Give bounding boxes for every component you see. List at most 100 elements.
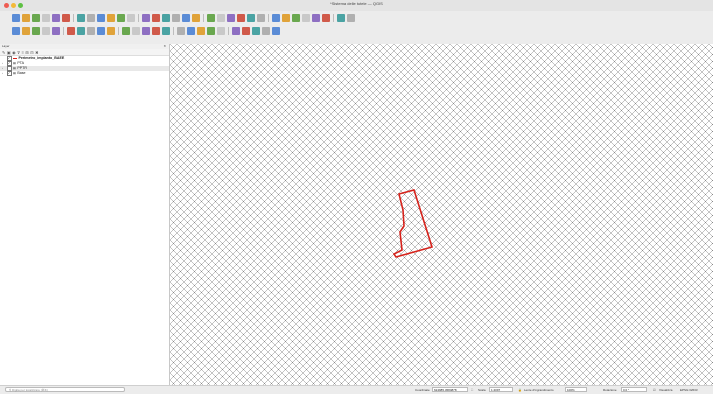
editing-toolbar bbox=[0, 24, 713, 38]
zoom-to-layer-icon[interactable] bbox=[142, 13, 150, 22]
rotation-field[interactable]: 0,0 ° bbox=[621, 387, 647, 392]
statistics-icon[interactable] bbox=[292, 13, 300, 22]
zoom-last-icon[interactable] bbox=[162, 13, 170, 22]
collapse-all-icon[interactable]: ⊟ bbox=[30, 50, 33, 55]
digitize-icon[interactable] bbox=[87, 27, 95, 35]
plugin-2-icon[interactable] bbox=[272, 27, 280, 35]
open-styling-icon[interactable]: ✎ bbox=[2, 50, 5, 55]
plugin-1-icon[interactable] bbox=[262, 27, 270, 35]
measure-icon[interactable] bbox=[312, 13, 320, 22]
add-polygon-icon[interactable] bbox=[97, 27, 105, 35]
remove-layer-icon[interactable]: ✖ bbox=[35, 50, 38, 55]
label-tool-icon[interactable] bbox=[187, 27, 195, 35]
copy-icon[interactable] bbox=[142, 27, 150, 35]
save-as-icon[interactable] bbox=[42, 13, 50, 22]
map-canvas-svg[interactable] bbox=[170, 44, 713, 385]
toolbar-separator bbox=[73, 13, 74, 22]
paste-icon[interactable] bbox=[152, 27, 160, 35]
hatched-area-layer bbox=[170, 44, 713, 385]
redo-icon[interactable] bbox=[177, 27, 185, 35]
cut-icon[interactable] bbox=[132, 27, 140, 35]
toolbar-separator bbox=[63, 27, 64, 35]
expand-all-icon[interactable]: ⊞ bbox=[25, 50, 28, 55]
filter-icon[interactable]: ⊽ bbox=[17, 50, 20, 55]
window-title: *Sistema delle tutele — QGIS bbox=[330, 1, 383, 6]
new-spatialite-icon[interactable] bbox=[42, 27, 50, 35]
locator-search-input[interactable]: ⚲ Digita per localizzare (⌘K) bbox=[5, 387, 125, 392]
zoom-in-icon[interactable] bbox=[97, 13, 105, 22]
zoom-native-icon[interactable] bbox=[152, 13, 160, 22]
zoom-next-icon[interactable] bbox=[172, 13, 180, 22]
layer-name: Perimetro_impianto_BAEE bbox=[18, 56, 65, 60]
magnifier-field[interactable]: 100% bbox=[565, 387, 587, 392]
layers-panel-title: Layer bbox=[2, 44, 10, 48]
temporal-controller-icon[interactable] bbox=[237, 13, 245, 22]
show-bookmarks-icon[interactable] bbox=[227, 13, 235, 22]
new-bookmark-icon[interactable] bbox=[217, 13, 225, 22]
deselect-icon[interactable] bbox=[272, 13, 280, 22]
layer-group-icon: ▤ bbox=[13, 71, 16, 75]
new-3d-map-view-icon[interactable] bbox=[207, 13, 215, 22]
zoom-out-icon[interactable] bbox=[107, 13, 115, 22]
save-project-icon[interactable] bbox=[32, 13, 40, 22]
add-group-icon[interactable]: ▣ bbox=[7, 50, 11, 55]
refresh-icon[interactable] bbox=[182, 13, 190, 22]
zoom-full-icon[interactable] bbox=[117, 13, 125, 22]
zoom-to-selection-icon[interactable] bbox=[127, 13, 135, 22]
manage-visibility-icon[interactable]: ◉ bbox=[12, 50, 16, 55]
change-label-icon[interactable] bbox=[252, 27, 260, 35]
coordinate-field[interactable]: 624985,4584878 bbox=[432, 387, 468, 392]
layer-visibility-checkbox[interactable]: ✓ bbox=[6, 71, 12, 76]
toolbar-separator bbox=[203, 13, 204, 22]
open-field-calculator-icon[interactable] bbox=[302, 13, 310, 22]
layout-manager-icon[interactable] bbox=[62, 13, 70, 22]
show-hide-labels-icon[interactable] bbox=[217, 27, 225, 35]
new-geopackage-icon[interactable] bbox=[22, 27, 30, 35]
map-canvas[interactable] bbox=[170, 44, 713, 385]
layer-group-name: Base bbox=[17, 71, 26, 75]
diagram-icon[interactable] bbox=[197, 27, 205, 35]
coordinate-label: Coordinate bbox=[415, 387, 430, 392]
attribute-table-icon[interactable] bbox=[282, 13, 290, 22]
pan-icon[interactable] bbox=[77, 13, 85, 22]
move-label-icon[interactable] bbox=[232, 27, 240, 35]
toolbar-separator bbox=[138, 13, 139, 22]
toolbar-separator bbox=[228, 27, 229, 35]
line-symbol-icon bbox=[13, 58, 17, 59]
lock-scale-icon[interactable]: 🔒 bbox=[518, 388, 522, 393]
pin-labels-icon[interactable] bbox=[207, 27, 215, 35]
print-layout-icon[interactable] bbox=[52, 13, 60, 22]
scale-field[interactable]: 1:4097 bbox=[489, 387, 513, 392]
editing-toolbar-icons bbox=[0, 24, 280, 38]
data-source-manager-icon[interactable] bbox=[12, 27, 20, 35]
layer-group-item[interactable]: › ✓ ▤ Base bbox=[0, 71, 169, 76]
pan-to-selection-icon[interactable] bbox=[87, 13, 95, 22]
new-project-icon[interactable] bbox=[12, 13, 20, 22]
rotation-label: Rotazione bbox=[603, 387, 617, 392]
python-console-icon[interactable] bbox=[337, 13, 345, 22]
new-virtual-layer-icon[interactable] bbox=[52, 27, 60, 35]
new-shapefile-icon[interactable] bbox=[32, 27, 40, 35]
vertex-tool-icon[interactable] bbox=[107, 27, 115, 35]
open-project-icon[interactable] bbox=[22, 13, 30, 22]
identify-icon[interactable] bbox=[247, 13, 255, 22]
crs-button[interactable]: EPSG:32633 bbox=[680, 388, 698, 393]
magnifier-label: Lente d'ingrandimento bbox=[524, 387, 554, 392]
save-edits-icon[interactable] bbox=[77, 27, 85, 35]
help-icon[interactable] bbox=[347, 13, 355, 22]
rotate-label-icon[interactable] bbox=[242, 27, 250, 35]
window-titlebar: *Sistema delle tutele — QGIS bbox=[0, 0, 713, 11]
expand-arrow-icon[interactable]: › bbox=[2, 71, 5, 76]
close-panel-icon[interactable]: ✕ bbox=[163, 44, 166, 48]
toolbar-separator bbox=[118, 27, 119, 35]
filter-legend-icon[interactable]: ≡ bbox=[22, 50, 24, 55]
render-checkbox[interactable]: ☑ bbox=[653, 388, 656, 393]
select-features-icon[interactable] bbox=[257, 13, 265, 22]
new-map-view-icon[interactable] bbox=[192, 13, 200, 22]
toggle-editing-icon[interactable] bbox=[67, 27, 75, 35]
undo-icon[interactable] bbox=[162, 27, 170, 35]
toggle-extents-icon[interactable]: ⛶ bbox=[471, 388, 473, 393]
delete-selected-icon[interactable] bbox=[122, 27, 130, 35]
render-label: Visualizza bbox=[659, 387, 673, 392]
annotation-icon[interactable] bbox=[322, 13, 330, 22]
